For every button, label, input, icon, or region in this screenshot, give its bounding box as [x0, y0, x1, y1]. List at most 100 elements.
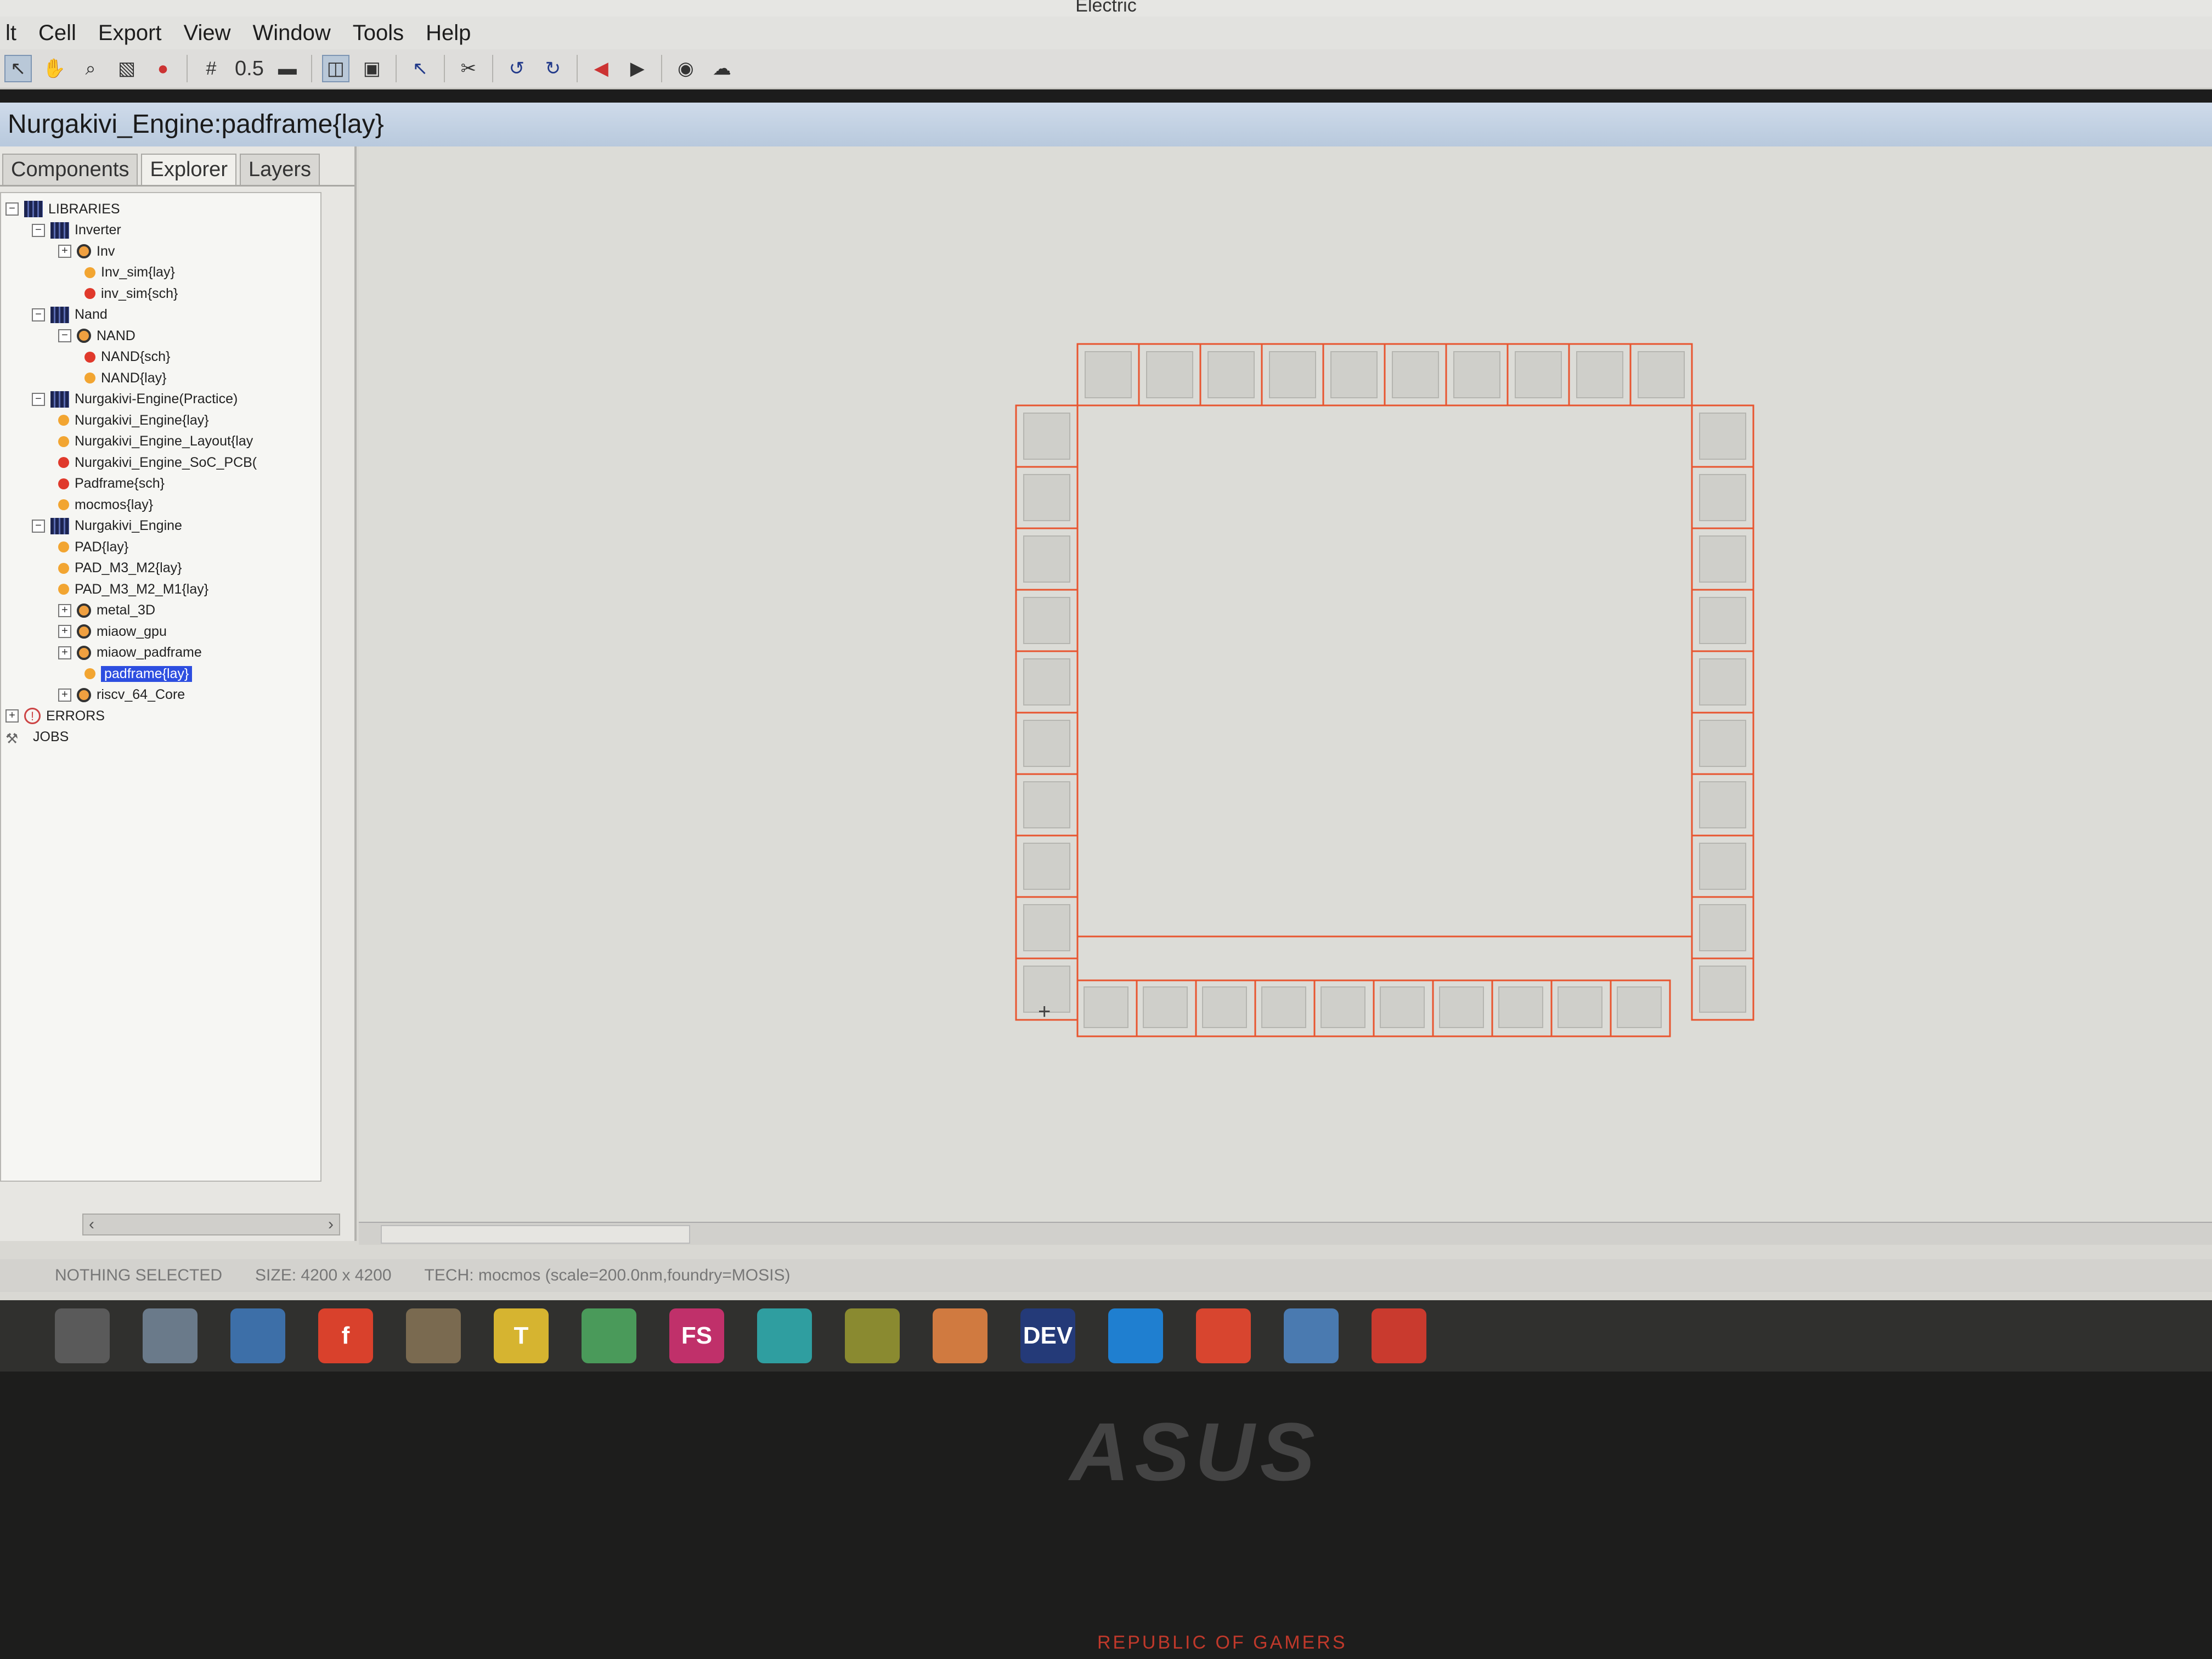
pad-metal[interactable]: [1699, 843, 1746, 890]
collapse-icon[interactable]: −: [32, 392, 45, 406]
tab-explorer[interactable]: Explorer: [141, 154, 236, 185]
expand-icon[interactable]: +: [58, 646, 71, 659]
tab-components[interactable]: Components: [2, 154, 138, 185]
edge-icon[interactable]: [1108, 1308, 1163, 1363]
dev-icon[interactable]: DEV: [1020, 1308, 1075, 1363]
sidebar-horizontal-scrollbar[interactable]: ‹ ›: [82, 1214, 340, 1235]
document-icon[interactable]: [757, 1308, 812, 1363]
tree-item[interactable]: + Inv: [58, 241, 115, 262]
expand-icon[interactable]: +: [58, 245, 71, 258]
pad-metal[interactable]: [1699, 720, 1746, 767]
pad-metal[interactable]: [1023, 597, 1070, 644]
tree-item[interactable]: mocmos{lay}: [58, 494, 153, 515]
grid-icon[interactable]: #: [199, 56, 224, 81]
electric-app-icon[interactable]: [143, 1308, 198, 1363]
flash-icon[interactable]: f: [318, 1308, 373, 1363]
photos-icon[interactable]: [1284, 1308, 1339, 1363]
forward-icon[interactable]: ▶: [625, 56, 650, 81]
tree-item[interactable]: + riscv_64_Core: [58, 685, 185, 706]
zoom-area-icon[interactable]: ▧: [114, 56, 139, 81]
menu-export[interactable]: Export: [95, 21, 165, 46]
tree-item[interactable]: PAD{lay}: [58, 537, 128, 557]
tree-item[interactable]: PAD_M3_M2{lay}: [58, 558, 182, 579]
tree-item[interactable]: ⚒ JOBS: [5, 727, 69, 748]
pad-metal[interactable]: [1638, 351, 1685, 398]
eye-icon[interactable]: ◉: [673, 56, 698, 81]
pad-metal[interactable]: [1330, 351, 1378, 398]
core-outline[interactable]: [1076, 404, 1693, 938]
select-arrow-icon[interactable]: ↖: [4, 55, 32, 82]
menu-edit[interactable]: lt: [2, 21, 20, 46]
cursor-icon[interactable]: ↖: [408, 56, 433, 81]
pad-metal[interactable]: [1023, 474, 1070, 521]
pan-hand-icon[interactable]: ✋: [42, 56, 67, 81]
tree-item[interactable]: NAND{sch}: [84, 347, 170, 368]
pad-metal[interactable]: [1202, 986, 1247, 1028]
expand-icon[interactable]: +: [58, 625, 71, 638]
grid-value[interactable]: 0.5: [235, 57, 264, 81]
tiles-icon[interactable]: [845, 1308, 900, 1363]
pad-metal[interactable]: [1699, 904, 1746, 951]
layout-canvas[interactable]: +: [359, 146, 2212, 1222]
tree-item[interactable]: padframe{lay}: [84, 663, 193, 684]
pad-metal[interactable]: [1269, 351, 1316, 398]
tree-item[interactable]: − Nurgakivi-Engine(Practice): [32, 389, 238, 410]
cell-icon[interactable]: ▣: [359, 56, 385, 81]
tree-item[interactable]: +! ERRORS: [5, 706, 105, 726]
layer-icon[interactable]: ▬: [275, 56, 300, 81]
pad-metal[interactable]: [1023, 535, 1070, 583]
pad-metal[interactable]: [1380, 986, 1425, 1028]
pad-metal[interactable]: [1085, 351, 1132, 398]
menu-cell[interactable]: Cell: [35, 21, 80, 46]
tree-item[interactable]: + miaow_padframe: [58, 642, 202, 663]
collapse-icon[interactable]: −: [32, 308, 45, 321]
pad-metal[interactable]: [1699, 658, 1746, 706]
tab-layers[interactable]: Layers: [239, 154, 320, 185]
pad-metal[interactable]: [1023, 781, 1070, 828]
maps-icon[interactable]: [582, 1308, 636, 1363]
cut-icon[interactable]: ✂: [456, 56, 481, 81]
pad-metal[interactable]: [1023, 658, 1070, 706]
tree-item[interactable]: Inv_sim{lay}: [84, 262, 175, 283]
collapse-icon[interactable]: −: [32, 519, 45, 533]
pad-metal[interactable]: [1699, 535, 1746, 583]
tree-item[interactable]: inv_sim{sch}: [84, 283, 178, 304]
pad-metal[interactable]: [1146, 351, 1193, 398]
tree-item[interactable]: NAND{lay}: [84, 368, 167, 388]
expand-icon[interactable]: +: [58, 688, 71, 702]
pad-metal[interactable]: [1617, 986, 1662, 1028]
menu-tools[interactable]: Tools: [349, 21, 407, 46]
dot-icon[interactable]: ●: [150, 56, 176, 81]
menu-window[interactable]: Window: [250, 21, 334, 46]
tree-item[interactable]: PAD_M3_M2_M1{lay}: [58, 579, 208, 600]
pad-metal[interactable]: [1392, 351, 1439, 398]
tree-item[interactable]: Padframe{sch}: [58, 473, 165, 494]
menu-view[interactable]: View: [180, 21, 234, 46]
pad-metal[interactable]: [1023, 413, 1070, 460]
fs-icon[interactable]: FS: [669, 1308, 724, 1363]
padframe-drawing[interactable]: +: [359, 146, 2212, 1222]
redo-icon[interactable]: ↻: [540, 56, 566, 81]
canvas-horizontal-scrollbar[interactable]: [359, 1222, 2212, 1245]
pad-metal[interactable]: [1699, 597, 1746, 644]
menu-help[interactable]: Help: [422, 21, 474, 46]
collapse-icon[interactable]: −: [58, 329, 71, 342]
pad-metal[interactable]: [1023, 720, 1070, 767]
canvas-scroll-thumb[interactable]: [381, 1225, 690, 1244]
record-icon[interactable]: [1372, 1308, 1426, 1363]
pad-metal[interactable]: [1143, 986, 1188, 1028]
pad-metal[interactable]: [1261, 986, 1306, 1028]
tree-item[interactable]: − LIBRARIES: [5, 199, 120, 219]
pad-metal[interactable]: [1699, 781, 1746, 828]
pad-metal[interactable]: [1515, 351, 1562, 398]
pad-metal[interactable]: [1321, 986, 1365, 1028]
back-icon[interactable]: ◀: [589, 56, 614, 81]
pad-metal[interactable]: [1023, 843, 1070, 890]
undo-icon[interactable]: ↺: [504, 56, 529, 81]
collapse-icon[interactable]: −: [5, 202, 19, 216]
chrome-icon[interactable]: [1196, 1308, 1251, 1363]
zoom-icon[interactable]: ⌕: [78, 56, 103, 81]
pad-metal[interactable]: [1498, 986, 1543, 1028]
tools-icon[interactable]: [406, 1308, 461, 1363]
expand-icon[interactable]: +: [58, 603, 71, 617]
